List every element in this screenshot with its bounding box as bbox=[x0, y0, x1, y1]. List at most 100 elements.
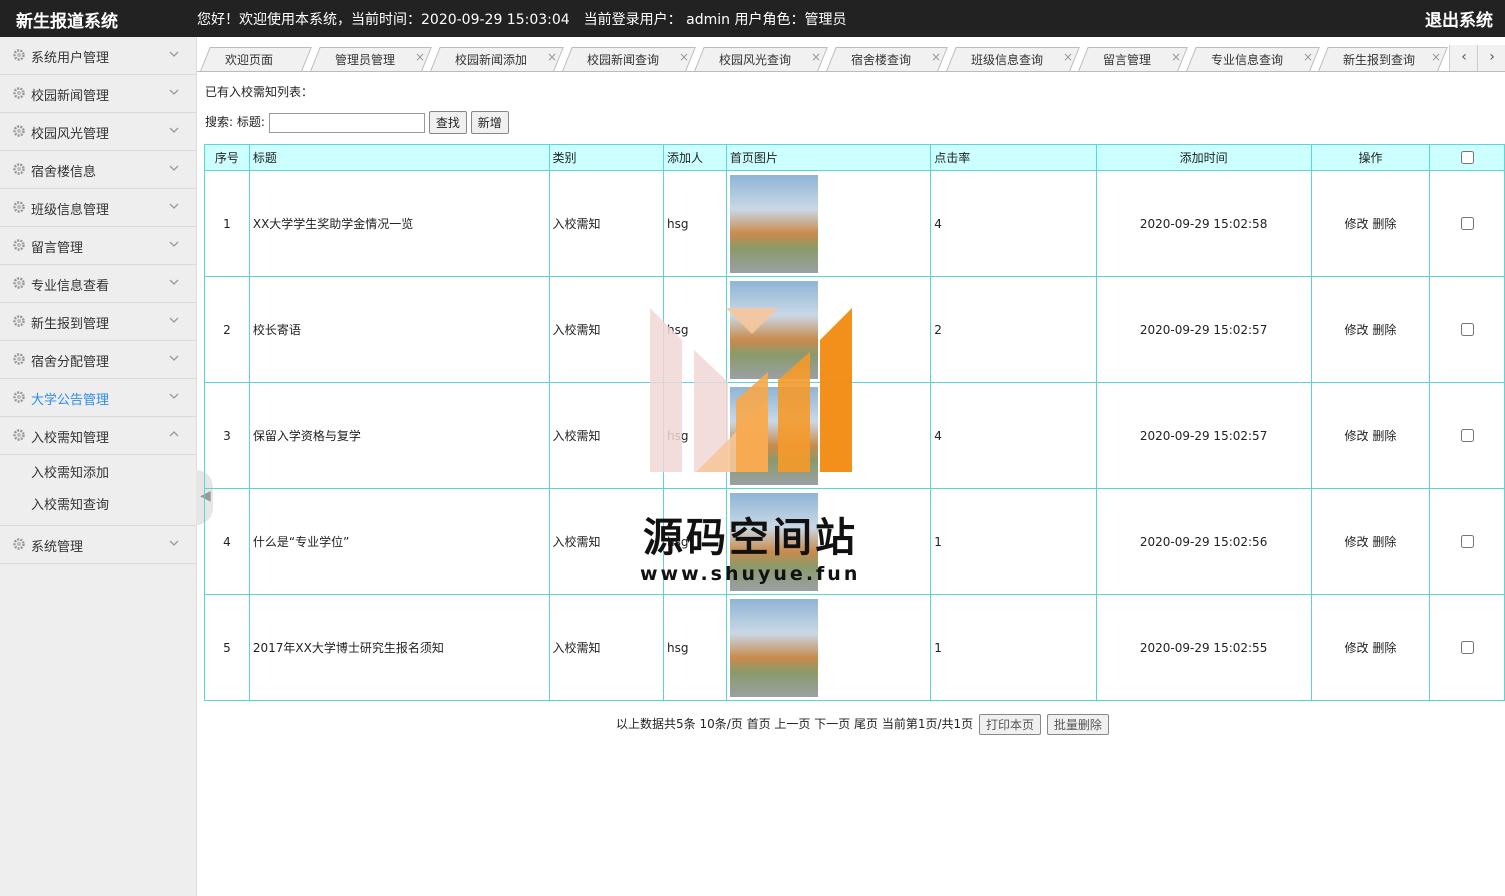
row-title: 什么是“专业学位” bbox=[248, 488, 550, 595]
search-button[interactable]: 查找 bbox=[428, 111, 467, 134]
close-icon[interactable]: × bbox=[1303, 50, 1313, 64]
close-icon[interactable]: × bbox=[415, 50, 425, 64]
add-button[interactable]: 新增 bbox=[470, 111, 509, 134]
chevron-down-icon bbox=[168, 124, 180, 136]
tab-label: 专业信息查询 bbox=[1211, 53, 1284, 67]
row-no: 2 bbox=[204, 276, 250, 383]
row-actions: 修改 删除 bbox=[1310, 276, 1431, 383]
edit-link[interactable]: 修改 bbox=[1345, 429, 1369, 443]
edit-link[interactable]: 修改 bbox=[1345, 641, 1369, 655]
row-checkbox[interactable] bbox=[1461, 535, 1475, 548]
table-row: 5 2017年XX大学博士研究生报名须知 入校需知 hsg 1 2020-09-29 15… bbox=[204, 594, 1505, 701]
delete-link[interactable]: 删除 bbox=[1372, 323, 1396, 337]
sidebar-item-label: 大学公告管理 bbox=[31, 393, 110, 408]
row-checkbox[interactable] bbox=[1461, 429, 1475, 442]
row-actions: 修改 删除 bbox=[1310, 170, 1431, 277]
row-checkbox[interactable] bbox=[1461, 323, 1475, 336]
row-no: 4 bbox=[204, 488, 250, 595]
tab-label: 宿舍楼查询 bbox=[851, 53, 912, 67]
close-icon[interactable]: × bbox=[811, 50, 821, 64]
row-time: 2020-09-29 15:02:58 bbox=[1095, 170, 1312, 277]
row-actions: 修改 删除 bbox=[1310, 594, 1431, 701]
chevron-down-icon bbox=[168, 276, 180, 288]
sidebar-item-7[interactable]: 新生报到管理 bbox=[0, 303, 196, 341]
row-category: 入校需知 bbox=[548, 170, 664, 277]
row-checkbox[interactable] bbox=[1461, 641, 1475, 654]
col-header-image: 首页图片 bbox=[725, 144, 932, 171]
watermark-text: 源码空间站 bbox=[643, 515, 858, 561]
sidebar-item-label: 系统用户管理 bbox=[31, 51, 110, 66]
row-checkbox[interactable] bbox=[1461, 217, 1475, 230]
title-search-input[interactable] bbox=[268, 112, 425, 133]
sidebar-item-10[interactable]: 入校需知管理 bbox=[0, 417, 196, 455]
sidebar-item-0[interactable]: 系统用户管理 bbox=[0, 37, 196, 75]
tab-label: 校园新闻添加 bbox=[455, 53, 528, 67]
table-row: 2 校长寄语 入校需知 hsg 2 2020-09-29 15:02:57 修改 删除 bbox=[204, 276, 1505, 383]
col-header-no: 序号 bbox=[204, 144, 250, 171]
sidebar-item-label: 班级信息管理 bbox=[31, 203, 110, 218]
sidebar-item-label: 入校需知管理 bbox=[31, 431, 110, 446]
sidebar-item-3[interactable]: 宿舍楼信息 bbox=[0, 151, 196, 189]
sidebar-item-label: 宿舍分配管理 bbox=[31, 355, 110, 370]
sidebar-item-9[interactable]: 大学公告管理 bbox=[0, 379, 196, 417]
sidebar-item-8[interactable]: 宿舍分配管理 bbox=[0, 341, 196, 379]
row-image-cell bbox=[725, 276, 932, 383]
tab-label: 校园风光查询 bbox=[719, 53, 792, 67]
col-header-title: 标题 bbox=[248, 144, 550, 171]
sidebar: 系统用户管理 校园新闻管理校园风光管理宿舍楼信息班级信息管理 留言管理专业信息查看新… bbox=[0, 37, 197, 896]
close-icon[interactable]: × bbox=[1171, 50, 1181, 64]
edit-link[interactable]: 修改 bbox=[1345, 535, 1369, 549]
tab-scroll-left-button[interactable]: ‹ bbox=[1449, 45, 1478, 71]
table-row: 1 XX大学学生奖助学金情况一览 入校需知 hsg 4 2020-09-29 15:02:… bbox=[204, 170, 1505, 277]
sidebar-item-label: 校园新闻管理 bbox=[31, 89, 110, 104]
delete-link[interactable]: 删除 bbox=[1372, 641, 1396, 655]
sidebar-item-label: 宿舍楼信息 bbox=[31, 165, 97, 180]
sidebar-subitem-0[interactable]: 入校需知添加 bbox=[0, 458, 196, 490]
sidebar-subitem-1[interactable]: 入校需知查询 bbox=[0, 490, 196, 522]
sidebar-item-5[interactable]: 留言管理 bbox=[0, 227, 196, 265]
row-category: 入校需知 bbox=[548, 276, 664, 383]
print-page-button[interactable]: 打印本页 bbox=[978, 714, 1041, 735]
table-row: 3 保留入学资格与复学 入校需知 hsg 4 2020-09-29 15:02:57 修改 … bbox=[204, 382, 1505, 489]
sidebar-item-4[interactable]: 班级信息管理 bbox=[0, 189, 196, 227]
table-header-row: 序号 标题 类别 添加人 首页图片 点击率 添加时间 操作 bbox=[204, 144, 1505, 171]
row-image-cell bbox=[725, 382, 932, 489]
col-header-actions: 操作 bbox=[1310, 144, 1431, 171]
row-select bbox=[1429, 594, 1505, 701]
batch-delete-button[interactable]: 批量删除 bbox=[1046, 714, 1109, 735]
close-icon[interactable]: × bbox=[679, 50, 689, 64]
sidebar-item-1[interactable]: 校园新闻管理 bbox=[0, 75, 196, 113]
sidebar-item-11[interactable]: 系统管理 bbox=[0, 526, 196, 564]
close-icon[interactable]: × bbox=[1431, 50, 1441, 64]
row-time: 2020-09-29 15:02:57 bbox=[1095, 382, 1312, 489]
sidebar-item-6[interactable]: 专业信息查看 bbox=[0, 265, 196, 303]
tab-label: 班级信息查询 bbox=[971, 53, 1044, 67]
delete-link[interactable]: 删除 bbox=[1372, 535, 1396, 549]
tab-scroll-right-button[interactable]: › bbox=[1477, 45, 1505, 71]
col-header-author: 添加人 bbox=[663, 144, 727, 171]
select-all-checkbox[interactable] bbox=[1461, 151, 1475, 164]
logout-button[interactable]: 退出系统 bbox=[1425, 6, 1493, 31]
row-title: 2017年XX大学博士研究生报名须知 bbox=[248, 594, 550, 701]
row-time: 2020-09-29 15:02:55 bbox=[1095, 594, 1312, 701]
row-clicks: 1 bbox=[930, 594, 1097, 701]
gear-icon bbox=[12, 390, 26, 404]
sidebar-item-label: 留言管理 bbox=[31, 241, 84, 256]
close-icon[interactable]: × bbox=[931, 50, 941, 64]
gear-icon bbox=[12, 48, 26, 62]
edit-link[interactable]: 修改 bbox=[1345, 323, 1369, 337]
row-select bbox=[1429, 276, 1505, 383]
row-clicks: 2 bbox=[930, 276, 1097, 383]
close-icon[interactable]: × bbox=[1063, 50, 1073, 64]
row-actions: 修改 删除 bbox=[1310, 382, 1431, 489]
gear-icon bbox=[12, 86, 26, 100]
sidebar-item-2[interactable]: 校园风光管理 bbox=[0, 113, 196, 151]
close-icon[interactable]: × bbox=[547, 50, 557, 64]
tab-label: 管理员管理 bbox=[335, 53, 396, 67]
edit-link[interactable]: 修改 bbox=[1345, 217, 1369, 231]
tab-bar: ‹ › 欢迎页面 管理员管理 × 校园新闻添加 × 校园新闻查询 × 校园风光查询 × 宿舍楼查询… bbox=[197, 45, 1505, 72]
chevron-up-icon bbox=[168, 428, 180, 440]
delete-link[interactable]: 删除 bbox=[1372, 217, 1396, 231]
delete-link[interactable]: 删除 bbox=[1372, 429, 1396, 443]
col-header-clicks: 点击率 bbox=[930, 144, 1097, 171]
